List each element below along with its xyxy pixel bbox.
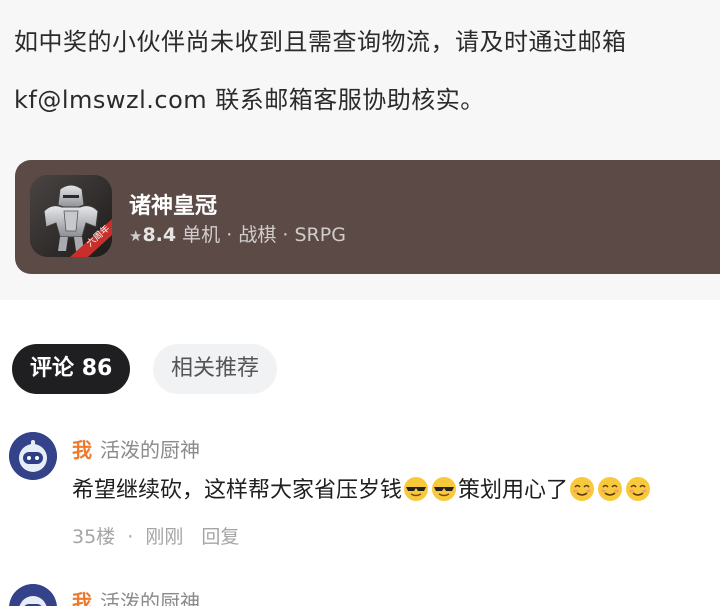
article-line: kf@lmswzl.com 联系邮箱客服协助核实。 xyxy=(14,86,485,114)
comment-author[interactable]: 活泼的厨神 xyxy=(100,590,200,606)
game-card[interactable]: 六周年 诸神皇冠 ★8.4 单机 · 战棋 · SRPG xyxy=(15,160,720,274)
game-tag: 单机 xyxy=(182,224,221,246)
game-tag: 战棋 xyxy=(238,224,277,246)
comment-text: 希望继续砍，这样帮大家省压岁钱 策划用心了 xyxy=(72,472,652,504)
smiling-face-emoji-icon xyxy=(569,476,595,502)
comment-time: 刚刚 xyxy=(145,526,184,548)
game-icon: 六周年 xyxy=(30,175,112,257)
smiling-face-emoji-icon xyxy=(625,476,651,502)
comment-author-row: 我活泼的厨神 xyxy=(72,434,200,463)
reply-button[interactable]: 回复 xyxy=(201,526,239,548)
game-rating: 8.4 xyxy=(142,224,177,246)
comment-author[interactable]: 活泼的厨神 xyxy=(100,438,200,462)
tab-comments-label: 评论 xyxy=(30,356,75,381)
tab-related[interactable]: 相关推荐 xyxy=(153,344,278,394)
cool-face-emoji-icon xyxy=(403,476,429,502)
smiling-face-emoji-icon xyxy=(597,476,623,502)
avatar[interactable] xyxy=(9,584,57,606)
me-tag: 我 xyxy=(72,590,92,606)
tag-separator: · xyxy=(226,224,233,246)
article-line: 如中奖的小伙伴尚未收到且需查询物流，请及时通过邮箱 xyxy=(14,28,627,56)
game-title: 诸神皇冠 xyxy=(129,194,218,219)
star-icon: ★ xyxy=(129,227,143,245)
comment-text-part: 策划用心了 xyxy=(458,478,569,503)
footer-dot: · xyxy=(127,526,134,548)
tag-separator: · xyxy=(282,224,289,246)
me-tag: 我 xyxy=(72,438,92,462)
comment-footer: 35楼 · 刚刚 回复 xyxy=(72,522,245,549)
game-meta: ★8.4 单机 · 战棋 · SRPG xyxy=(129,220,346,247)
comment-author-row: 我活泼的厨神 xyxy=(72,586,200,606)
tab-comments-count: 86 xyxy=(81,356,113,381)
cool-face-emoji-icon xyxy=(431,476,457,502)
comments-section: 评论 86 相关推荐 我活泼的厨神 希望继续砍，这样帮大家省压岁钱 策划用心了 … xyxy=(0,310,720,606)
avatar[interactable] xyxy=(9,432,57,480)
page: 如中奖的小伙伴尚未收到且需查询物流，请及时通过邮箱 kf@lmswzl.com … xyxy=(0,0,720,606)
tab-related-label: 相关推荐 xyxy=(171,356,260,381)
tab-comments[interactable]: 评论 86 xyxy=(12,344,131,394)
game-tag: SRPG xyxy=(294,224,346,246)
comment-text-part: 希望继续砍，这样帮大家省压岁钱 xyxy=(72,478,403,503)
comment-floor: 35楼 xyxy=(72,526,116,548)
